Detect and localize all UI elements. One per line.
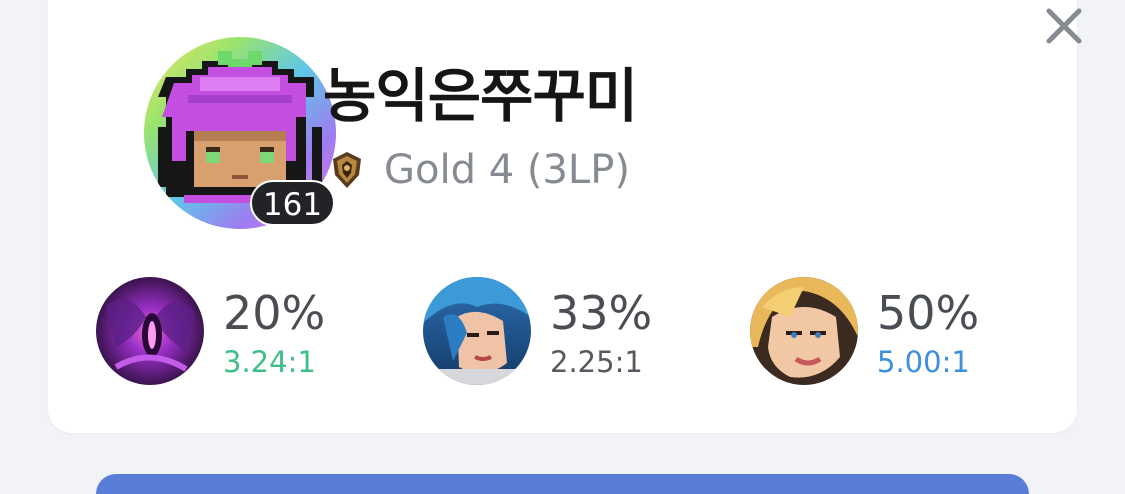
champion-purple-void-icon [96, 277, 204, 385]
close-button[interactable] [1038, 0, 1090, 52]
avatar[interactable]: 161 [144, 37, 336, 229]
profile-card: 161 농익은쭈꾸미 Gold 4 (3LP) 20% 3.24:1 33% 2… [48, 0, 1082, 433]
close-icon [1046, 8, 1082, 44]
champion-winrate: 20% [223, 286, 326, 340]
champion-winrate: 33% [550, 286, 653, 340]
summoner-name: 농익은쭈꾸미 [323, 62, 638, 130]
champion-kda: 5.00:1 [877, 345, 970, 379]
champion-kda: 2.25:1 [550, 345, 643, 379]
champion-kda: 3.24:1 [223, 345, 316, 379]
level-badge: 161 [250, 180, 335, 226]
champion-winrate: 50% [877, 286, 980, 340]
champion-blue-hair-icon [423, 277, 531, 385]
rank-text: Gold 4 (3LP) [384, 147, 630, 193]
rank-row: Gold 4 (3LP) [330, 146, 630, 194]
champion-blonde-icon [750, 277, 858, 385]
bottom-action-bar[interactable] [96, 474, 1029, 494]
gold-rank-emblem-icon [333, 152, 361, 188]
